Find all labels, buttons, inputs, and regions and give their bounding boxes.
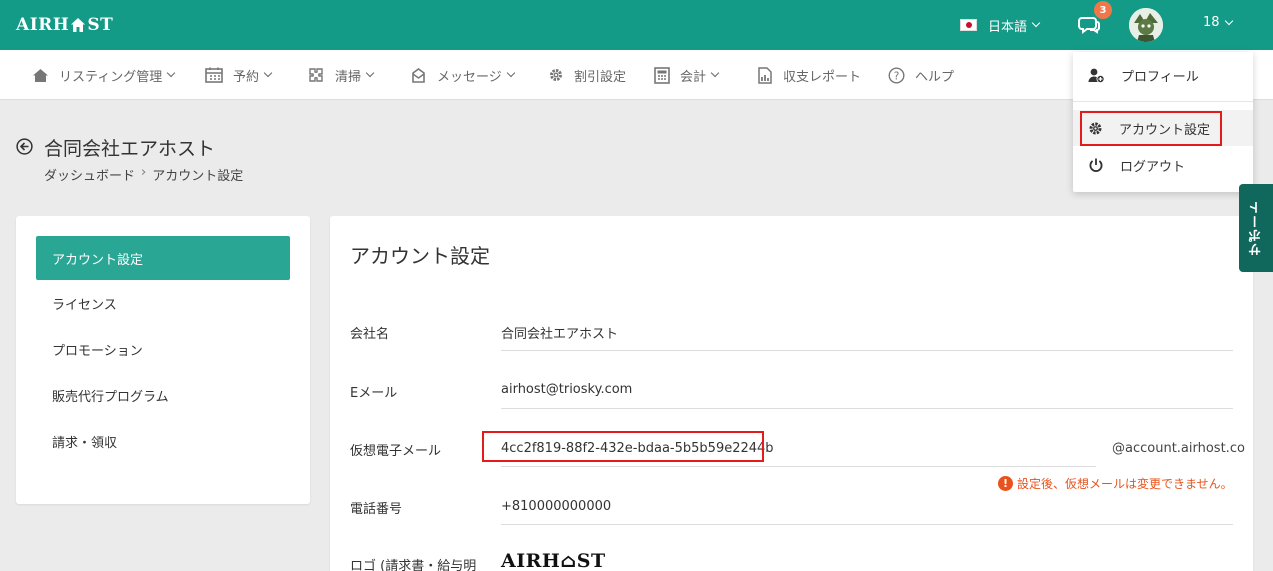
avatar[interactable] <box>1129 8 1163 42</box>
help-icon: ? <box>888 66 905 84</box>
nav-label: 予約 <box>233 69 260 85</box>
sidebar-item-label: プロモーション <box>52 343 143 359</box>
sidebar-item-license[interactable]: ライセンス <box>36 281 290 325</box>
message-icon <box>412 67 425 83</box>
chevron-down-icon <box>365 68 375 78</box>
menu-item-logout[interactable]: ログアウト <box>1073 147 1253 183</box>
chevron-down-icon <box>1224 16 1233 25</box>
support-tab-label: サポート <box>1248 200 1264 256</box>
user-dropdown-menu: プロフィール アカウント設定 ログアウト <box>1073 52 1253 192</box>
logo-house-icon <box>71 18 86 32</box>
support-tab[interactable]: サポート <box>1239 184 1273 272</box>
company-name-underline <box>501 350 1233 351</box>
sidebar-item-label: ライセンス <box>52 297 117 313</box>
menu-item-label: ログアウト <box>1120 159 1186 175</box>
nav-cleaning[interactable]: 清掃 <box>307 65 375 85</box>
warning-icon: ! <box>998 476 1013 491</box>
user-label: 18 <box>1203 15 1220 30</box>
sidebar-item-account-settings[interactable]: アカウント設定 <box>36 236 290 280</box>
nav-messages[interactable]: メッセージ <box>410 65 515 85</box>
message-count-badge: 3 <box>1094 1 1112 19</box>
phone-field[interactable]: +810000000000 <box>501 499 611 514</box>
virtual-email-underline <box>501 466 1096 467</box>
home-icon <box>33 68 48 82</box>
avatar-image-icon <box>1129 8 1163 42</box>
virtual-email-highlight <box>482 431 764 462</box>
email-field[interactable]: airhost@triosky.com <box>501 382 632 397</box>
nav-label: 会計 <box>680 69 707 85</box>
menu-item-profile[interactable]: プロフィール <box>1073 57 1253 93</box>
account-settings-panel: アカウント設定 会社名 合同会社エアホスト Eメール airhost@trios… <box>330 216 1253 571</box>
phone-label: 電話番号 <box>350 502 403 517</box>
svg-text:?: ? <box>894 70 900 82</box>
logo-label: ロゴ (請求書・給与明 <box>350 559 477 571</box>
nav-listing-management[interactable]: リスティング管理 <box>32 65 176 85</box>
calculator-icon <box>654 66 670 84</box>
menu-item-label: プロフィール <box>1121 69 1199 85</box>
airhost-logo[interactable]: AIRH ST <box>16 13 113 37</box>
chevron-down-icon <box>1031 18 1041 28</box>
account-settings-highlight <box>1080 111 1222 146</box>
nav-accounting[interactable]: 会計 <box>654 65 720 85</box>
warning-text: 設定後、仮想メールは変更できません。 <box>1017 477 1233 491</box>
nav-label: 収支レポート <box>783 69 862 85</box>
breadcrumb-dashboard-link[interactable]: ダッシュボード <box>44 165 135 184</box>
breadcrumb: ダッシュボード › アカウント設定 <box>44 165 243 184</box>
phone-underline <box>501 524 1233 525</box>
back-arrow-icon[interactable] <box>16 138 33 155</box>
section-title: アカウント設定 <box>350 244 490 268</box>
chevron-down-icon <box>263 68 273 78</box>
menu-divider <box>1073 101 1253 102</box>
company-name-field[interactable]: 合同会社エアホスト <box>501 323 618 342</box>
nav-reservations[interactable]: 予約 <box>205 65 273 85</box>
logo-text-right: ST <box>87 15 114 35</box>
language-label: 日本語 <box>988 19 1028 35</box>
gear-icon <box>550 69 562 81</box>
virtual-email-label: 仮想電子メール <box>350 444 442 459</box>
nav-label: ヘルプ <box>915 69 955 85</box>
power-icon <box>1089 158 1103 172</box>
sidebar-item-label: 請求・領収 <box>52 435 118 451</box>
nav-discount-settings[interactable]: 割引設定 <box>548 65 626 85</box>
page-title: 合同会社エアホスト <box>44 138 216 160</box>
report-icon <box>758 66 772 84</box>
sidebar-item-promotion[interactable]: プロモーション <box>36 327 290 371</box>
nav-label: 清掃 <box>335 69 362 85</box>
logo-text-left: AIRH <box>16 15 70 35</box>
virtual-email-domain: @account.airhost.co <box>1112 441 1245 456</box>
sidebar-item-sales-agent-program[interactable]: 販売代行プログラム <box>36 373 290 417</box>
chevron-down-icon <box>166 68 176 78</box>
email-label: Eメール <box>350 386 398 401</box>
nav-label: メッセージ <box>437 69 502 85</box>
chevron-down-icon <box>506 68 515 78</box>
email-underline <box>501 408 1233 409</box>
nav-label: 割引設定 <box>574 69 627 85</box>
nav-revenue-report[interactable]: 収支レポート <box>757 65 861 85</box>
nav-label: リスティング管理 <box>59 69 163 85</box>
company-name-label: 会社名 <box>350 327 390 342</box>
sidebar-item-billing-receipts[interactable]: 請求・領収 <box>36 419 290 463</box>
sidebar-item-label: アカウント設定 <box>52 252 144 268</box>
breadcrumb-current: アカウント設定 <box>152 169 244 184</box>
calendar-icon <box>205 67 223 83</box>
cleaning-icon <box>309 68 323 82</box>
sidebar-item-label: 販売代行プログラム <box>52 389 169 405</box>
top-bar: AIRH ST 日本語 3 18 <box>0 0 1273 50</box>
nav-help[interactable]: ? ヘルプ <box>888 65 954 85</box>
breadcrumb-separator: › <box>141 165 147 180</box>
chevron-down-icon <box>710 68 720 78</box>
language-selector[interactable]: 日本語 <box>960 14 1041 36</box>
profile-icon <box>1088 68 1105 83</box>
japan-flag-icon <box>960 19 977 31</box>
settings-sidebar: アカウント設定 ライセンス プロモーション 販売代行プログラム 請求・領収 <box>16 216 310 504</box>
user-menu-toggle[interactable]: 18 <box>1203 15 1233 30</box>
company-logo-image[interactable]: AIRH⌂ST <box>501 550 606 571</box>
virtual-email-warning: ! 設定後、仮想メールは変更できません。 <box>998 475 1233 492</box>
